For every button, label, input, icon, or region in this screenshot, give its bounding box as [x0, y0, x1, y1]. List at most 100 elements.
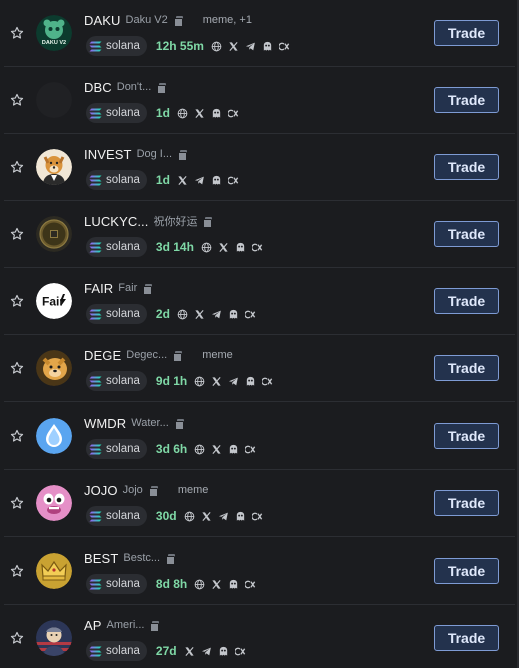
globe-icon[interactable]: [211, 41, 222, 52]
star-icon[interactable]: [10, 429, 24, 443]
star-icon[interactable]: [10, 496, 24, 510]
copy-icon[interactable]: [203, 216, 213, 228]
trade-button[interactable]: Trade: [434, 625, 499, 651]
globe-icon[interactable]: [194, 376, 205, 387]
star-icon[interactable]: [10, 564, 24, 578]
star-icon[interactable]: [10, 227, 24, 241]
token-ticker[interactable]: DEGE: [84, 348, 121, 363]
cx-icon[interactable]: [278, 41, 290, 52]
x-icon[interactable]: [201, 511, 212, 522]
cx-icon[interactable]: [251, 242, 263, 253]
x-icon[interactable]: [211, 376, 222, 387]
chain-label: solana: [106, 241, 140, 253]
copy-icon[interactable]: [173, 15, 183, 27]
pump-icon[interactable]: [235, 242, 246, 253]
trade-button[interactable]: Trade: [434, 355, 499, 381]
copy-icon[interactable]: [173, 350, 183, 362]
globe-icon[interactable]: [177, 108, 188, 119]
token-row[interactable]: WMDR Water... solana 3d 6h Trade: [0, 403, 519, 470]
pump-icon[interactable]: [228, 579, 239, 590]
star-icon[interactable]: [10, 631, 24, 645]
token-ticker[interactable]: LUCKYC...: [84, 214, 148, 229]
token-row[interactable]: LUCKYC... 祝你好运 solana 3d 14h Trade: [0, 201, 519, 268]
token-age: 12h 55m: [155, 39, 204, 53]
copy-icon[interactable]: [166, 553, 176, 565]
copy-icon[interactable]: [178, 149, 188, 161]
globe-icon[interactable]: [194, 579, 205, 590]
pump-icon[interactable]: [211, 175, 222, 186]
pump-icon[interactable]: [235, 511, 246, 522]
token-row[interactable]: AP Ameri... solana 27d Trade: [0, 605, 519, 668]
trade-button[interactable]: Trade: [434, 221, 499, 247]
cx-icon[interactable]: [245, 444, 256, 455]
globe-icon[interactable]: [194, 444, 205, 455]
pump-icon[interactable]: [262, 41, 273, 52]
token-ticker[interactable]: JOJO: [84, 483, 118, 498]
telegram-icon[interactable]: [245, 41, 256, 52]
token-row[interactable]: JOJO Jojo meme solana 30d Trade: [0, 470, 519, 537]
x-icon[interactable]: [194, 108, 205, 119]
globe-icon[interactable]: [177, 309, 188, 320]
star-icon[interactable]: [10, 93, 24, 107]
telegram-icon[interactable]: [201, 646, 212, 657]
pump-icon[interactable]: [245, 376, 256, 387]
trade-button[interactable]: Trade: [434, 154, 499, 180]
copy-icon[interactable]: [143, 283, 153, 295]
cx-icon[interactable]: [262, 376, 273, 387]
token-ticker[interactable]: FAIR: [84, 281, 113, 296]
globe-icon[interactable]: [184, 511, 195, 522]
telegram-icon[interactable]: [211, 309, 222, 320]
token-row[interactable]: DAKU V2 DAKU Daku V2 meme, +1 solana 12h…: [0, 0, 519, 67]
x-icon[interactable]: [211, 444, 222, 455]
x-icon[interactable]: [194, 309, 205, 320]
token-row[interactable]: DEGE Degec... meme solana 9d 1h Trade: [0, 335, 519, 402]
token-ticker[interactable]: WMDR: [84, 416, 126, 431]
cx-icon[interactable]: [251, 511, 263, 522]
token-title-line: DBC Don't...: [84, 79, 167, 95]
pump-icon[interactable]: [211, 108, 222, 119]
pump-icon[interactable]: [218, 646, 229, 657]
star-icon[interactable]: [10, 160, 24, 174]
telegram-icon[interactable]: [194, 175, 205, 186]
cx-icon[interactable]: [227, 108, 239, 119]
x-icon[interactable]: [211, 579, 222, 590]
cx-icon[interactable]: [244, 309, 256, 320]
token-ticker[interactable]: INVEST: [84, 147, 132, 162]
telegram-icon[interactable]: [228, 376, 239, 387]
star-icon[interactable]: [10, 294, 24, 308]
copy-icon[interactable]: [157, 82, 167, 94]
copy-icon[interactable]: [174, 418, 184, 430]
token-ticker[interactable]: BEST: [84, 551, 118, 566]
copy-icon[interactable]: [148, 485, 158, 497]
cx-icon[interactable]: [234, 646, 246, 657]
token-title-line: DAKU Daku V2 meme, +1: [84, 12, 252, 28]
trade-button[interactable]: Trade: [434, 423, 499, 449]
star-icon[interactable]: [10, 361, 24, 375]
token-row[interactable]: Fair FAIR Fair solana 2d Trade: [0, 268, 519, 335]
telegram-icon[interactable]: [218, 511, 229, 522]
trade-button[interactable]: Trade: [434, 87, 499, 113]
trade-button[interactable]: Trade: [434, 20, 499, 46]
token-ticker[interactable]: DAKU: [84, 13, 121, 28]
token-row[interactable]: DBC Don't... solana 1d Trade: [0, 67, 519, 134]
x-icon[interactable]: [228, 41, 239, 52]
token-title-line: WMDR Water...: [84, 415, 184, 431]
token-ticker[interactable]: DBC: [84, 80, 112, 95]
star-icon[interactable]: [10, 26, 24, 40]
pump-icon[interactable]: [228, 444, 239, 455]
x-icon[interactable]: [218, 242, 229, 253]
token-row[interactable]: INVEST Dog I... solana 1d Trade: [0, 134, 519, 201]
token-row[interactable]: BEST Bestc... solana 8d 8h Trade: [0, 538, 519, 605]
x-icon[interactable]: [184, 646, 195, 657]
copy-icon[interactable]: [150, 620, 160, 632]
cx-icon[interactable]: [227, 175, 239, 186]
pump-icon[interactable]: [228, 309, 239, 320]
chain-badge: solana: [86, 574, 147, 594]
trade-button[interactable]: Trade: [434, 288, 499, 314]
trade-button[interactable]: Trade: [434, 558, 499, 584]
x-icon[interactable]: [177, 175, 188, 186]
trade-button[interactable]: Trade: [434, 490, 499, 516]
token-ticker[interactable]: AP: [84, 618, 102, 633]
cx-icon[interactable]: [245, 579, 256, 590]
globe-icon[interactable]: [201, 242, 212, 253]
